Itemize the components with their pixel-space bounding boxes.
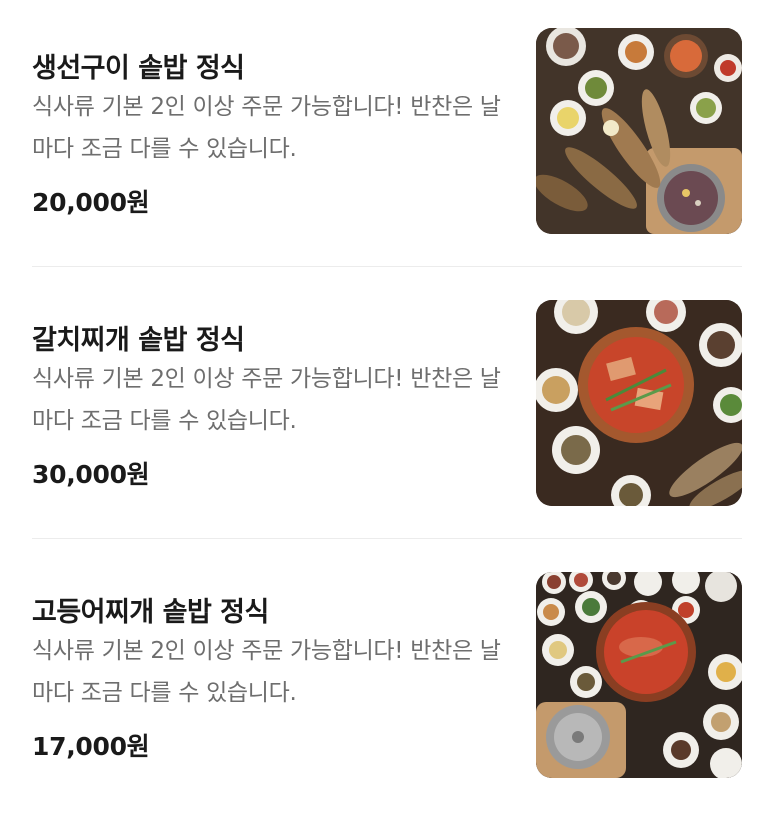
food-photo-hairtail-stew [536,300,742,506]
menu-item-grilled-fish[interactable]: 생선구이 솥밥 정식 식사류 기본 2인 이상 주문 가능합니다! 반찬은 날마… [0,0,773,270]
menu-item-hairtail-stew[interactable]: 갈치찌개 솥밥 정식 식사류 기본 2인 이상 주문 가능합니다! 반찬은 날마… [0,272,773,542]
menu-item-title: 갈치찌개 솥밥 정식 [32,325,245,356]
food-photo-grilled-fish [536,28,742,234]
menu-item-price: 20,000원 [32,188,150,217]
menu-item-photo[interactable] [536,28,742,234]
menu-item-price: 30,000원 [32,460,150,489]
menu-item-photo[interactable] [536,572,742,778]
menu-item-mackerel-stew[interactable]: 고등어찌개 솥밥 정식 식사류 기본 2인 이상 주문 가능합니다! 반찬은 날… [0,544,773,814]
menu-item-title: 고등어찌개 솥밥 정식 [32,597,269,628]
item-divider [32,266,742,267]
item-divider [32,538,742,539]
menu-item-description: 식사류 기본 2인 이상 주문 가능합니다! 반찬은 날마다 조금 다를 수 있… [32,94,501,162]
menu-item-photo[interactable] [536,300,742,506]
menu-item-title: 생선구이 솥밥 정식 [32,53,245,84]
menu-item-description: 식사류 기본 2인 이상 주문 가능합니다! 반찬은 날마다 조금 다를 수 있… [32,366,501,434]
menu-item-price: 17,000원 [32,732,150,761]
food-photo-mackerel-stew [536,572,742,778]
menu-item-description: 식사류 기본 2인 이상 주문 가능합니다! 반찬은 날마다 조금 다를 수 있… [32,638,501,706]
